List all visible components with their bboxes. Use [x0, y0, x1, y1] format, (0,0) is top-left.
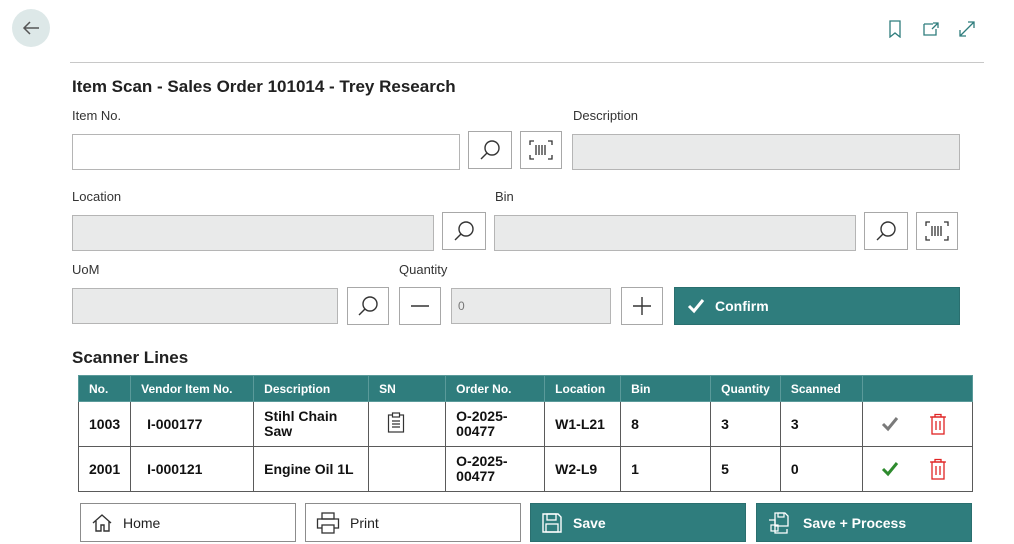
quantity-input[interactable]: 0 [451, 288, 611, 324]
cell-sn[interactable] [368, 446, 447, 492]
search-icon [454, 221, 474, 241]
arrow-left-icon [22, 21, 39, 35]
cell-vendor-item-no: I-000121 [130, 446, 255, 492]
table-header-row: No. Vendor Item No. Description SN Order… [77, 375, 974, 402]
uom-field[interactable] [72, 288, 338, 324]
cell-location: W1-L21 [544, 401, 622, 447]
save-process-button[interactable]: Save + Process [756, 503, 972, 542]
plus-icon [633, 297, 651, 315]
bookmark-icon[interactable] [884, 18, 906, 40]
printer-icon [316, 511, 340, 534]
quantity-label: Quantity [399, 262, 448, 277]
cell-description: Stihl Chain Saw [253, 401, 370, 447]
save-button-label: Save [573, 514, 606, 531]
trash-icon [929, 413, 946, 435]
quantity-increment-button[interactable] [621, 287, 663, 325]
item-no-scan-button[interactable] [520, 131, 562, 169]
home-button-label: Home [123, 514, 161, 531]
cell-quantity: 3 [710, 401, 781, 447]
search-icon [876, 221, 896, 241]
cell-actions [861, 446, 974, 492]
cell-description: Engine Oil 1L [253, 446, 370, 492]
search-icon [358, 296, 378, 316]
uom-lookup-button[interactable] [347, 287, 389, 325]
cell-bin: 8 [620, 401, 712, 447]
column-header-actions [861, 375, 974, 402]
table-row[interactable]: 1003 I-000177 Stihl Chain Saw O-2025-004… [77, 401, 974, 447]
uom-label: UoM [72, 262, 100, 277]
save-process-icon [769, 511, 789, 534]
cell-location: W2-L9 [544, 446, 622, 492]
back-button[interactable] [12, 9, 50, 47]
column-header[interactable]: Location [544, 375, 622, 402]
trash-icon [929, 458, 946, 480]
checkmark-icon [881, 417, 898, 432]
description-label: Description [573, 108, 639, 123]
checkmark-icon [881, 462, 898, 477]
cell-scanned: 3 [779, 401, 863, 447]
cell-order-no: O-2025-00477 [445, 446, 546, 492]
header-divider [70, 62, 984, 63]
table-row[interactable]: 2001 I-000121 Engine Oil 1L O-2025-00477… [77, 446, 974, 492]
cell-vendor-item-no: I-000177 [130, 401, 255, 447]
expand-icon[interactable] [956, 18, 978, 40]
column-header[interactable]: Quantity [710, 375, 781, 402]
cell-order-no: O-2025-00477 [445, 401, 546, 447]
column-header[interactable]: Order No. [445, 375, 546, 402]
bin-scan-button[interactable] [916, 212, 958, 250]
clipboard-icon[interactable] [387, 411, 405, 434]
item-no-label: Item No. [72, 108, 122, 123]
barcode-icon [529, 140, 553, 160]
minus-icon [411, 305, 429, 307]
confirm-button-label: Confirm [715, 298, 769, 314]
cell-bin: 1 [620, 446, 712, 492]
confirm-line-button[interactable] [881, 461, 899, 477]
description-field [572, 134, 960, 170]
location-label: Location [72, 189, 122, 204]
confirm-button[interactable]: Confirm [674, 287, 960, 325]
cell-actions [861, 401, 974, 447]
column-header[interactable]: Description [253, 375, 370, 402]
column-header[interactable]: Scanned [779, 375, 863, 402]
page-title: Item Scan - Sales Order 101014 - Trey Re… [72, 77, 456, 96]
home-icon [92, 513, 112, 532]
checkmark-icon [687, 299, 705, 314]
item-no-lookup-button[interactable] [468, 131, 512, 169]
cell-scanned: 0 [779, 446, 863, 492]
search-icon [480, 140, 500, 160]
quantity-decrement-button[interactable] [399, 287, 441, 325]
column-header[interactable]: SN [368, 375, 447, 402]
column-header[interactable]: Vendor Item No. [130, 375, 255, 402]
confirm-line-button[interactable] [881, 416, 899, 432]
home-button[interactable]: Home [80, 503, 296, 542]
column-header[interactable]: Bin [620, 375, 712, 402]
cell-quantity: 5 [710, 446, 781, 492]
scanner-lines-table: No. Vendor Item No. Description SN Order… [77, 375, 974, 492]
column-header[interactable]: No. [77, 375, 132, 402]
scanner-lines-title: Scanner Lines [72, 348, 189, 367]
cell-sn[interactable] [368, 401, 447, 447]
barcode-icon [925, 221, 949, 241]
location-lookup-button[interactable] [442, 212, 486, 250]
floppy-disk-icon [542, 512, 562, 533]
delete-line-button[interactable] [929, 458, 947, 480]
print-button-label: Print [350, 514, 379, 531]
delete-line-button[interactable] [929, 413, 947, 435]
save-button[interactable]: Save [530, 503, 746, 542]
cell-no: 1003 [77, 401, 132, 447]
location-field[interactable] [72, 215, 434, 251]
item-no-input[interactable] [72, 134, 460, 170]
open-new-window-icon[interactable] [920, 18, 942, 40]
bin-lookup-button[interactable] [864, 212, 908, 250]
bin-label: Bin [495, 189, 514, 204]
bin-field[interactable] [494, 215, 856, 251]
cell-no: 2001 [77, 446, 132, 492]
save-process-button-label: Save + Process [803, 514, 907, 531]
print-button[interactable]: Print [305, 503, 521, 542]
